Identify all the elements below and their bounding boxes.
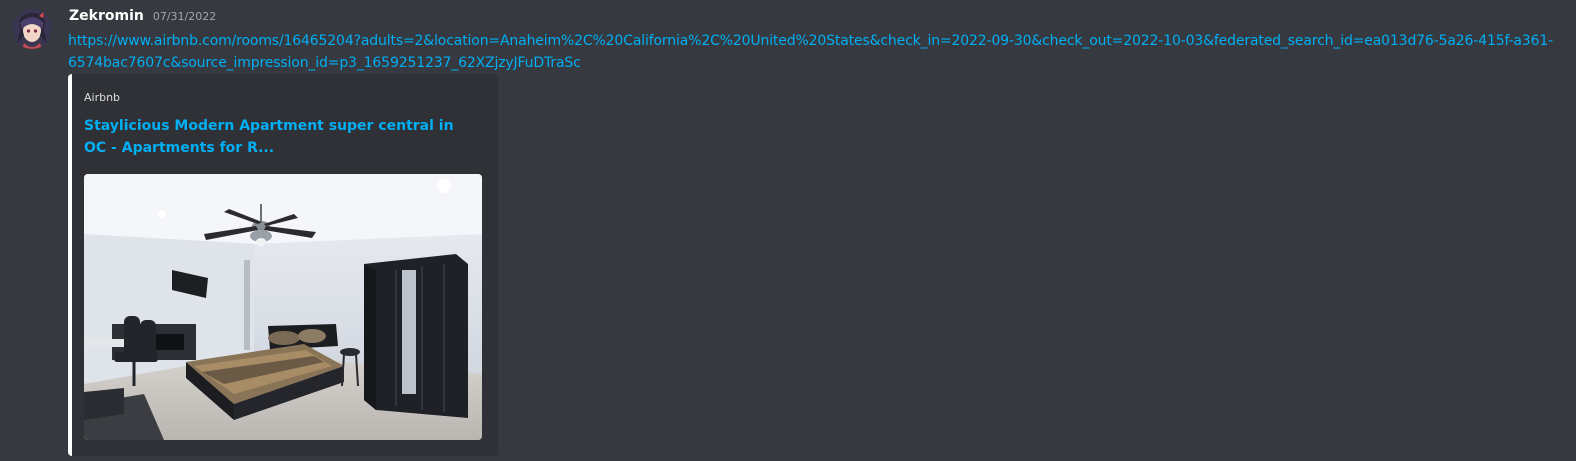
avatar-icon xyxy=(12,9,52,49)
chat-message: Zekromin 07/31/2022 https://www.airbnb.c… xyxy=(0,0,1576,461)
embed-provider: Airbnb xyxy=(84,91,121,104)
message-header: Zekromin 07/31/2022 xyxy=(69,8,216,28)
message-link[interactable]: https://www.airbnb.com/rooms/16465204?ad… xyxy=(68,30,1558,74)
username[interactable]: Zekromin xyxy=(69,8,144,24)
avatar[interactable] xyxy=(12,9,52,49)
embed-title[interactable]: Staylicious Modern Apartment super centr… xyxy=(84,115,464,159)
embed-image[interactable] xyxy=(84,174,482,440)
link-embed: Airbnb Staylicious Modern Apartment supe… xyxy=(68,74,498,456)
bedroom-photo-icon xyxy=(84,174,482,440)
timestamp[interactable]: 07/31/2022 xyxy=(153,10,216,23)
